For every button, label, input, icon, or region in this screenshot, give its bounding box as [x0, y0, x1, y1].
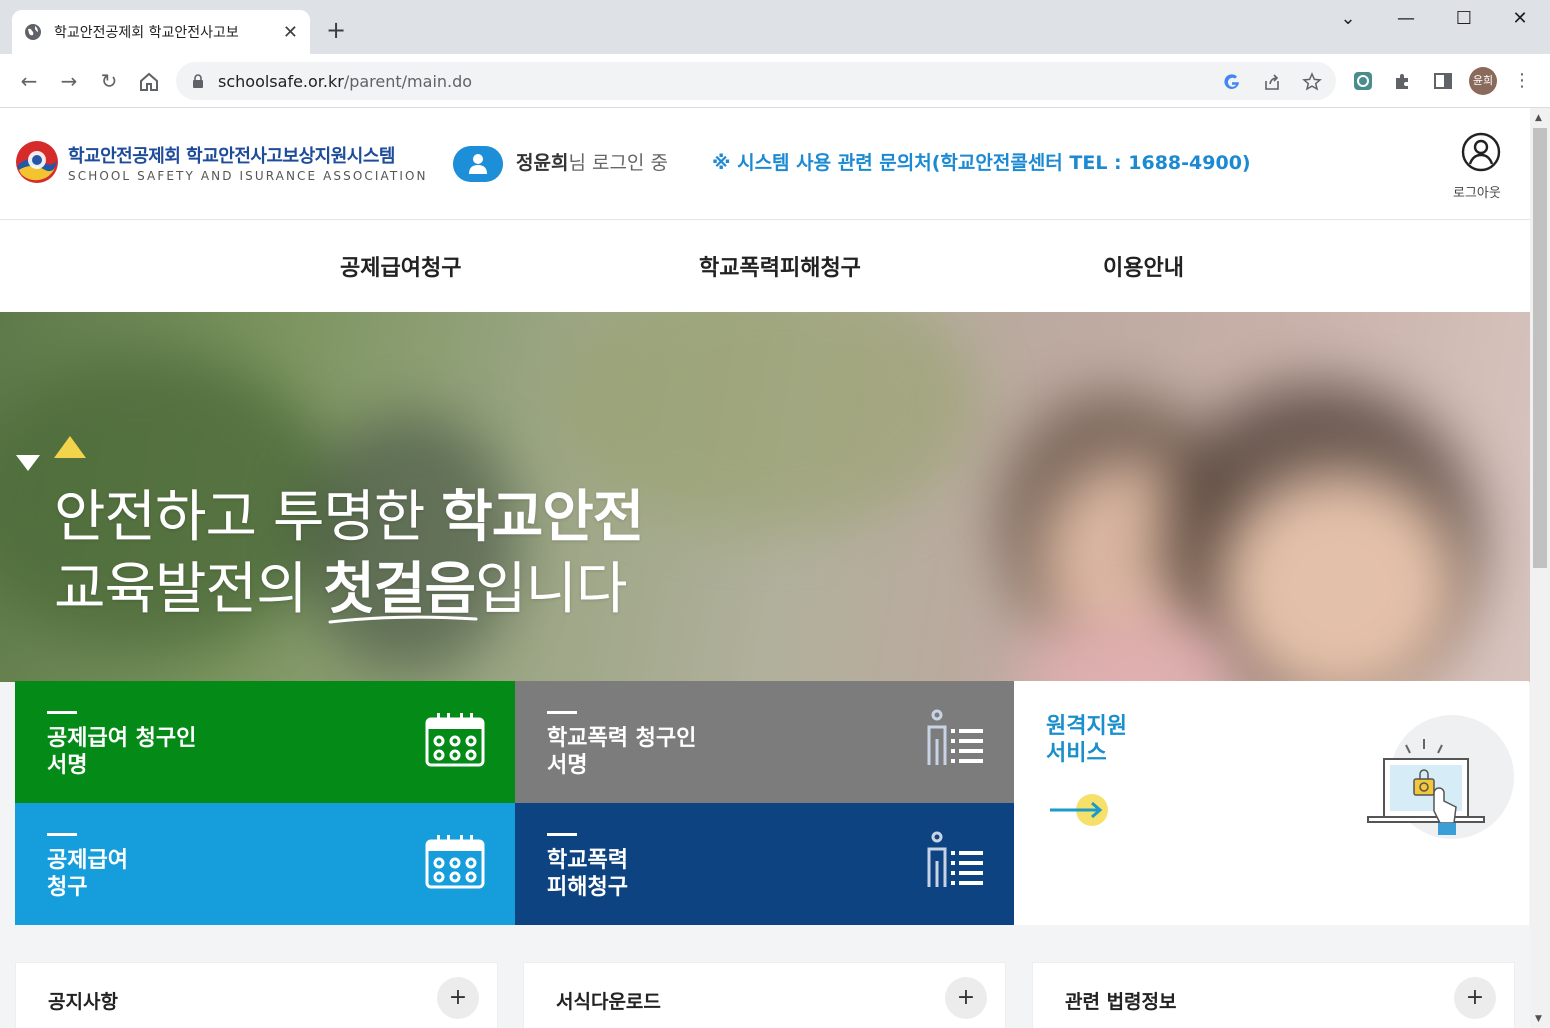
login-status: 정윤희님 로그인 중: [516, 152, 668, 174]
address-bar[interactable]: schoolsafe.or.kr/parent/main.do: [176, 62, 1336, 100]
tile-label: 공제급여 청구: [47, 848, 128, 900]
tile-label: 학교폭력 청구인 서명: [547, 726, 697, 778]
remote-support-illustration-icon: [1367, 715, 1514, 839]
tile-violence-claim[interactable]: 학교폭력 피해청구: [515, 803, 1015, 925]
site-header: 학교안전공제회 학교안전사고보상지원시스템 SCHOOL SAFETY AND …: [0, 108, 1530, 220]
site-subtitle: SCHOOL SAFETY AND ISURANCE ASSOCIATION: [68, 169, 428, 183]
home-icon[interactable]: [136, 69, 162, 95]
tab-search-icon[interactable]: ⌄: [1320, 8, 1376, 29]
scroll-up-arrow-icon[interactable]: ▲: [1535, 113, 1542, 123]
board-title[interactable]: 서식다운로드: [556, 987, 661, 1014]
tile-accent-bar: [47, 711, 77, 714]
board-title[interactable]: 관련 법령정보: [1065, 987, 1177, 1014]
globe-icon: [25, 24, 41, 40]
lock-icon: [193, 74, 203, 88]
nav-usage-guide[interactable]: 이용안내: [1103, 250, 1184, 282]
nav-school-violence-claim[interactable]: 학교폭력피해청구: [699, 250, 861, 282]
tile-benefit-signature[interactable]: 공제급여 청구인 서명: [15, 681, 515, 803]
user-icon: [453, 146, 503, 182]
profile-avatar[interactable]: 윤희: [1469, 67, 1497, 95]
board-form-download: 서식다운로드 +: [523, 962, 1006, 1028]
side-panel-icon[interactable]: [1432, 70, 1454, 92]
browser-toolbar: ← → ↻ schoolsafe.or.kr/parent/main.do 윤희…: [0, 54, 1550, 108]
maximize-button[interactable]: ☐: [1436, 8, 1492, 29]
calendar-icon: [425, 835, 485, 889]
tile-accent-bar: [547, 833, 577, 836]
tile-label: 공제급여 청구인 서명: [47, 726, 197, 778]
board-notice: 공지사항 +: [15, 962, 498, 1028]
tile-violence-signature[interactable]: 학교폭력 청구인 서명: [515, 681, 1015, 803]
window-close-button[interactable]: ✕: [1492, 8, 1548, 29]
person-list-icon: [927, 709, 983, 765]
tile-label: 학교폭력 피해청구: [547, 848, 628, 900]
minimize-button[interactable]: —: [1378, 8, 1434, 29]
slide-prev-button[interactable]: [16, 455, 40, 471]
person-list-icon: [927, 831, 983, 887]
hero-underline-decoration: [328, 615, 478, 624]
tile-accent-bar: [547, 711, 577, 714]
board-more-button[interactable]: +: [945, 977, 987, 1019]
board-more-button[interactable]: +: [437, 977, 479, 1019]
browser-tab[interactable]: 학교안전공제회 학교안전사고보 ✕: [12, 10, 310, 54]
board-legal-info: 관련 법령정보 +: [1032, 962, 1515, 1028]
tile-accent-bar: [47, 833, 77, 836]
scroll-down-arrow-icon[interactable]: ▼: [1535, 1014, 1542, 1024]
remote-support-service[interactable]: 원격지원 서비스: [1014, 681, 1529, 925]
share-icon[interactable]: [1262, 72, 1282, 92]
extensions-puzzle-icon[interactable]: [1392, 70, 1414, 92]
calendar-icon: [425, 713, 485, 767]
logout-button[interactable]: 로그아웃: [1453, 182, 1501, 201]
page-scrollbar[interactable]: ▲ ▼: [1530, 108, 1550, 1028]
extension-app-icon[interactable]: [1352, 70, 1374, 92]
site-title[interactable]: 학교안전공제회 학교안전사고보상지원시스템: [68, 142, 395, 168]
board-more-button[interactable]: +: [1454, 977, 1496, 1019]
forward-arrow-icon[interactable]: →: [56, 68, 82, 94]
logout-user-icon[interactable]: [1461, 132, 1501, 172]
scrollbar-thumb[interactable]: [1533, 128, 1547, 568]
url-text: schoolsafe.or.kr/parent/main.do: [218, 71, 473, 91]
tab-title: 학교안전공제회 학교안전사고보: [54, 25, 239, 41]
main-navigation: 공제급여청구 학교폭력피해청구 이용안내: [0, 220, 1530, 312]
board-title[interactable]: 공지사항: [48, 987, 118, 1014]
hero-headline-line1: 안전하고 투명한 학교안전: [54, 485, 644, 550]
bookmark-star-icon[interactable]: [1302, 72, 1322, 92]
remote-support-label: 원격지원 서비스: [1046, 714, 1127, 766]
reload-icon[interactable]: ↻: [96, 68, 122, 94]
slide-next-button[interactable]: [54, 436, 86, 458]
nav-benefit-claim[interactable]: 공제급여청구: [340, 250, 461, 282]
helpdesk-notice: ※ 시스템 사용 관련 문의처(학교안전콜센터 TEL : 1688-4900): [712, 152, 1251, 174]
browser-menu-icon[interactable]: ⋮: [1511, 70, 1533, 92]
google-icon[interactable]: [1222, 72, 1242, 92]
quick-menu-tiles: 공제급여 청구인 서명 학교폭력 청구인 서명 공제급여 청구 학교폭력 피해청…: [15, 681, 1529, 925]
browser-tab-strip: 학교안전공제회 학교안전사고보 ✕ + ⌄ — ☐ ✕: [0, 0, 1550, 54]
logo-emblem-icon[interactable]: [15, 140, 59, 184]
back-arrow-icon[interactable]: ←: [16, 68, 42, 94]
arrow-right-icon: [1050, 794, 1108, 826]
new-tab-button[interactable]: +: [326, 18, 346, 42]
board-section: 공지사항 + 서식다운로드 + 관련 법령정보 +: [15, 962, 1515, 1028]
hero-banner: 안전하고 투명한 학교안전 교육발전의 첫걸음입니다: [0, 312, 1530, 682]
tile-benefit-claim[interactable]: 공제급여 청구: [15, 803, 515, 925]
page-viewport: 학교안전공제회 학교안전사고보상지원시스템 SCHOOL SAFETY AND …: [0, 108, 1530, 1028]
tab-close-icon[interactable]: ✕: [283, 22, 298, 43]
